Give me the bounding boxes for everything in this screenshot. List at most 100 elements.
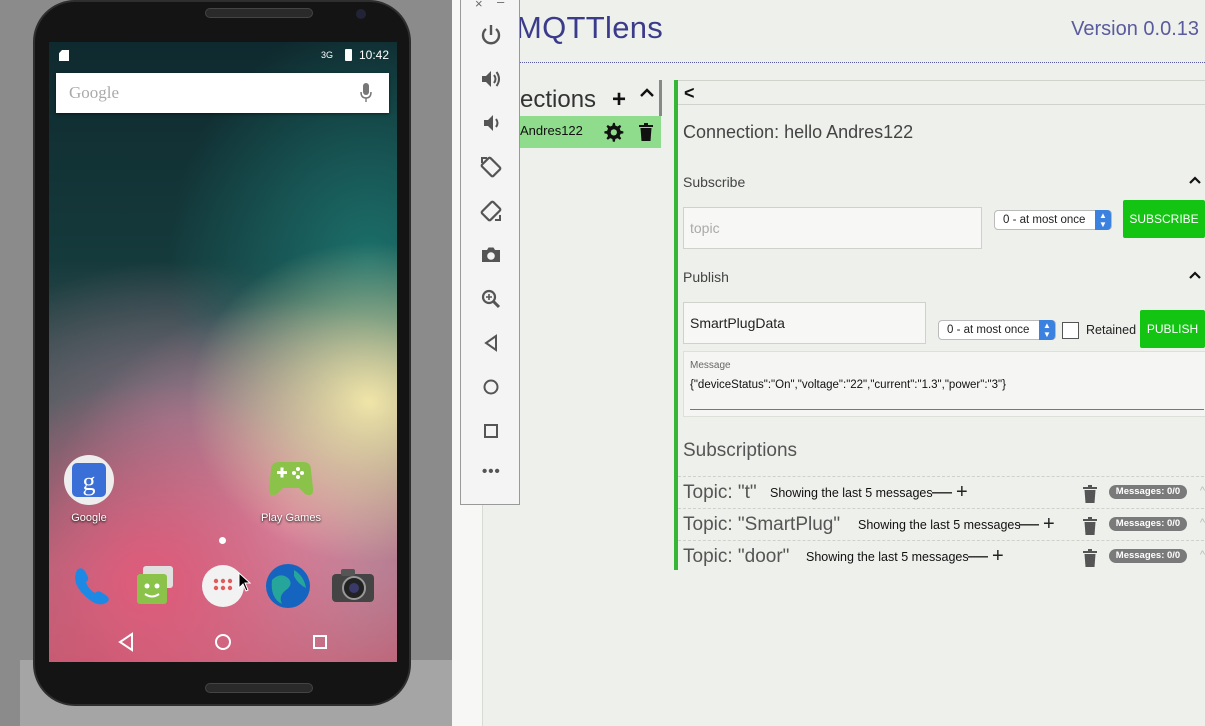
decrease-messages-button[interactable]: —	[968, 545, 988, 568]
subscription-row: Topic: "t" Showing the last 5 messages —…	[678, 476, 1205, 508]
add-connection-button[interactable]: +	[612, 86, 626, 114]
overview-icon[interactable]	[479, 419, 503, 443]
trash-icon[interactable]	[639, 123, 653, 141]
messenger-icon[interactable]	[133, 562, 181, 610]
connection-detail-panel: < Connection: hello Andres122 Subscribe …	[674, 80, 1205, 570]
subscription-row: Topic: "SmartPlug" Showing the last 5 me…	[678, 508, 1205, 540]
app-version: Version 0.0.13	[1071, 18, 1199, 40]
emulator-toolbar: × – •••	[460, 0, 520, 505]
google-app-icon: g	[64, 455, 114, 505]
trash-icon[interactable]	[1083, 549, 1097, 567]
increase-messages-button[interactable]: +	[992, 545, 1004, 568]
front-camera	[356, 9, 366, 19]
subscribe-qos-value: 0 - at most once	[1003, 214, 1086, 226]
decrease-messages-button[interactable]: —	[932, 481, 952, 504]
subscribe-section-label: Subscribe	[683, 174, 746, 190]
collapse-subscribe-icon[interactable]	[1189, 175, 1201, 185]
status-clock: 10:42	[359, 48, 390, 62]
select-arrows-icon: ▲ ▼	[1039, 320, 1055, 340]
back-icon[interactable]	[479, 331, 503, 355]
home-app-label-play-games: Play Games	[261, 512, 321, 524]
subscriptions-heading: Subscriptions	[683, 440, 798, 461]
mqttlens-window: MQTTlens Version 0.0.13 ections + Andres…	[452, 0, 1205, 726]
status-bar: 3G 10:42	[49, 42, 397, 68]
messages-badge: Messages: 0/0	[1109, 485, 1187, 499]
subscription-row: Topic: "door" Showing the last 5 message…	[678, 540, 1205, 572]
subscription-showing: Showing the last 5 messages	[858, 518, 1021, 532]
mouse-cursor-icon	[238, 572, 252, 592]
subscribe-topic-input[interactable]: topic	[683, 207, 982, 249]
publish-qos-select[interactable]: 0 - at most once ▲ ▼	[938, 320, 1056, 340]
nav-back-icon[interactable]	[114, 630, 138, 654]
google-search-placeholder: Google	[69, 83, 120, 102]
publish-button[interactable]: PUBLISH	[1140, 310, 1205, 348]
expand-subscription-icon[interactable]: ^	[1200, 485, 1205, 497]
rotate-left-icon[interactable]	[479, 155, 503, 179]
connection-item-name: Andres122	[520, 123, 583, 138]
battery-icon	[345, 49, 352, 61]
page-indicator	[219, 537, 226, 544]
trash-icon[interactable]	[1083, 485, 1097, 503]
message-value: {"deviceStatus":"On","voltage":"22","cur…	[690, 379, 1006, 391]
home-app-google[interactable]: g Google	[54, 452, 124, 524]
back-chevron-icon[interactable]: <	[684, 83, 695, 104]
panel-divider	[659, 80, 662, 116]
select-arrows-icon: ▲ ▼	[1095, 210, 1111, 230]
sd-card-icon	[59, 50, 69, 61]
subscription-showing: Showing the last 5 messages	[770, 486, 933, 500]
decrease-messages-button[interactable]: —	[1019, 513, 1039, 536]
publish-topic-input[interactable]: SmartPlugData	[683, 302, 926, 344]
subscribe-qos-select[interactable]: 0 - at most once ▲ ▼	[994, 210, 1112, 230]
increase-messages-button[interactable]: +	[956, 481, 968, 504]
detail-toolbar: <	[678, 80, 1205, 105]
connections-heading: ections	[520, 86, 597, 113]
more-icon[interactable]: •••	[482, 463, 501, 480]
gear-icon[interactable]	[602, 121, 624, 143]
collapse-connections-icon[interactable]	[640, 88, 654, 98]
collapse-publish-icon[interactable]	[1189, 270, 1201, 280]
camera-app-icon[interactable]	[329, 562, 377, 610]
signal-3g-label: 3G	[321, 50, 334, 60]
home-app-play-games[interactable]: Play Games	[256, 452, 326, 524]
nav-overview-icon[interactable]	[308, 630, 332, 654]
top-speaker	[205, 8, 313, 18]
power-icon[interactable]	[479, 23, 503, 47]
home-app-label-google: Google	[71, 512, 107, 524]
nav-home-icon[interactable]	[211, 630, 235, 654]
retained-checkbox[interactable]	[1062, 322, 1079, 339]
rotate-right-icon[interactable]	[479, 199, 503, 223]
trash-icon[interactable]	[1083, 517, 1097, 535]
svg-text:g: g	[83, 467, 96, 496]
message-textarea[interactable]: Message {"deviceStatus":"On","voltage":"…	[683, 351, 1205, 417]
publish-section-label: Publish	[683, 269, 729, 285]
app-title: MQTTlens	[516, 10, 664, 45]
bottom-speaker	[205, 683, 313, 693]
close-icon[interactable]: ×	[475, 0, 483, 11]
browser-icon[interactable]	[264, 562, 312, 610]
messages-badge: Messages: 0/0	[1109, 549, 1187, 563]
subscribe-button[interactable]: SUBSCRIBE	[1123, 200, 1205, 238]
zoom-icon[interactable]	[479, 287, 503, 311]
header-divider	[512, 62, 1205, 63]
publish-qos-value: 0 - at most once	[947, 324, 1030, 336]
home-icon[interactable]	[479, 375, 503, 399]
volume-up-icon[interactable]	[479, 67, 503, 91]
retained-label: Retained	[1086, 323, 1137, 337]
expand-subscription-icon[interactable]: ^	[1200, 517, 1205, 529]
android-screen[interactable]: 3G 10:42 Google g Google Play Games	[49, 42, 397, 662]
increase-messages-button[interactable]: +	[1043, 513, 1055, 536]
message-label: Message	[690, 360, 731, 371]
volume-down-icon[interactable]	[479, 111, 503, 135]
expand-subscription-icon[interactable]: ^	[1200, 549, 1205, 561]
subscription-topic: Topic: "door"	[683, 546, 790, 567]
messages-badge: Messages: 0/0	[1109, 517, 1187, 531]
phone-icon[interactable]	[67, 562, 115, 610]
subscription-showing: Showing the last 5 messages	[806, 550, 969, 564]
play-games-icon	[268, 462, 314, 496]
minimize-icon[interactable]: –	[497, 0, 504, 9]
connection-title: Connection: hello Andres122	[683, 122, 914, 142]
subscription-topic: Topic: "t"	[683, 482, 757, 503]
mic-icon[interactable]	[360, 83, 372, 103]
google-search-bar[interactable]: Google	[56, 73, 389, 113]
camera-icon[interactable]	[479, 243, 503, 267]
